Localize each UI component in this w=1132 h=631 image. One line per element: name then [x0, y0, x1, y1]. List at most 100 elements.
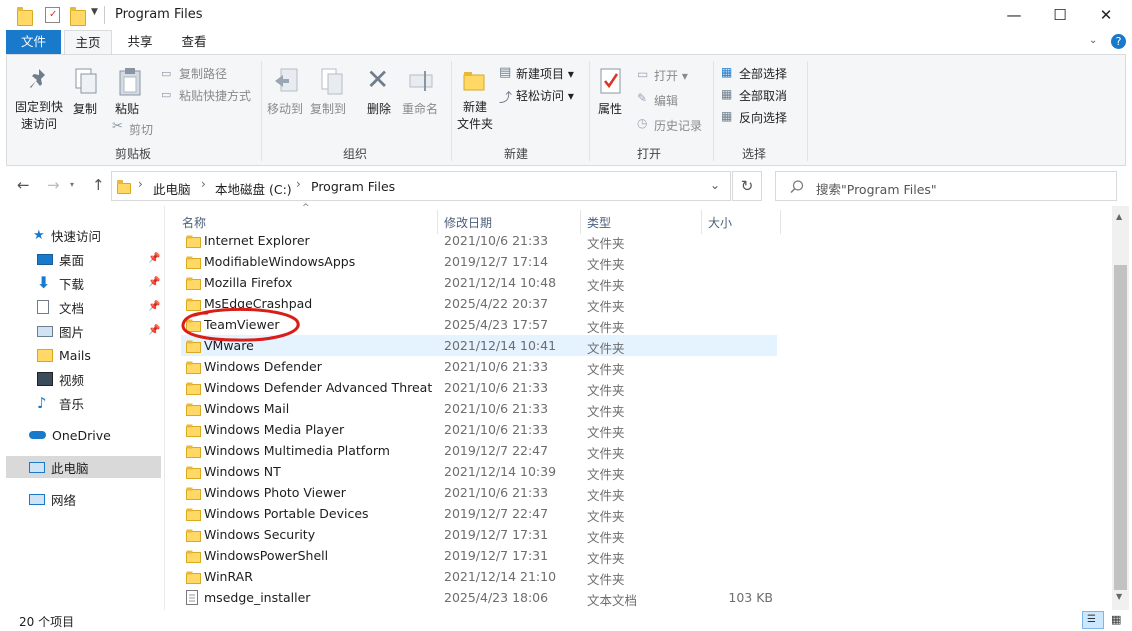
easy-access-button[interactable]: 轻松访问 ▾: [516, 87, 574, 104]
nav-quick-access[interactable]: ★ 快速访问: [0, 224, 162, 246]
nav-network[interactable]: 网络: [0, 488, 162, 510]
column-header-size[interactable]: 大小: [708, 214, 732, 231]
copy-to-button[interactable]: 复制到: [310, 100, 346, 117]
table-row[interactable]: Windows Media Player 2021/10/6 21:33 文件夹: [181, 419, 777, 440]
column-header-type[interactable]: 类型: [587, 214, 611, 231]
open-button[interactable]: 打开 ▾: [654, 67, 688, 84]
table-row[interactable]: WinRAR 2021/12/14 21:10 文件夹: [181, 566, 777, 587]
paste-button[interactable]: 粘贴: [115, 100, 139, 117]
breadcrumb-separator: ›: [296, 177, 301, 191]
table-row[interactable]: Windows Security 2019/12/7 17:31 文件夹: [181, 524, 777, 545]
select-all-icon: ▦: [721, 65, 733, 79]
rename-button[interactable]: 重命名: [402, 100, 438, 117]
paste-shortcut-button[interactable]: 粘贴快捷方式: [179, 87, 251, 104]
delete-button[interactable]: 删除: [367, 100, 391, 117]
nav-music[interactable]: ♪ 音乐: [0, 392, 162, 414]
table-row[interactable]: Windows Defender Advanced Threat ... 2021…: [181, 377, 777, 398]
scrollbar-thumb[interactable]: [1114, 265, 1127, 590]
refresh-button[interactable]: ↻: [732, 171, 762, 201]
large-icons-view-button[interactable]: ▦: [1107, 611, 1129, 629]
tab-file[interactable]: 文件: [6, 30, 61, 54]
address-bar[interactable]: › 此电脑 › 本地磁盘 (C:) › Program Files ⌄: [111, 171, 731, 201]
history-button[interactable]: 历史记录: [654, 117, 702, 134]
new-item-button[interactable]: 新建项目 ▾: [516, 65, 574, 82]
copy-button[interactable]: 复制: [73, 100, 97, 117]
nav-desktop[interactable]: 桌面 📌: [0, 248, 162, 270]
pin-icon[interactable]: 📌: [148, 253, 160, 264]
chevron-down-icon[interactable]: ⌄: [710, 178, 720, 192]
table-row[interactable]: Windows Portable Devices 2019/12/7 22:47 文…: [181, 503, 777, 524]
scroll-up-icon[interactable]: ▲: [1116, 212, 1122, 221]
pin-icon[interactable]: 📌: [148, 301, 160, 312]
folder-icon: [37, 348, 53, 362]
select-all-button[interactable]: 全部选择: [739, 65, 787, 82]
up-button[interactable]: ↑: [92, 176, 105, 194]
file-size: 103 KB: [728, 590, 773, 605]
scissors-icon: ✂: [112, 119, 123, 134]
new-folder-quick-icon[interactable]: [70, 7, 86, 26]
delete-icon: ✕: [366, 63, 390, 96]
table-row[interactable]: Internet Explorer 2021/10/6 21:33 文件夹: [181, 230, 777, 251]
file-name: Mozilla Firefox: [204, 275, 293, 290]
pin-icon[interactable]: 📌: [148, 325, 160, 336]
table-row[interactable]: Windows Mail 2021/10/6 21:33 文件夹: [181, 398, 777, 419]
breadcrumb-this-pc[interactable]: 此电脑: [153, 179, 191, 198]
table-row[interactable]: ModifiableWindowsApps 2019/12/7 17:14 文件夹: [181, 251, 777, 272]
maximize-button[interactable]: ☐: [1037, 0, 1083, 30]
table-row[interactable]: WindowsPowerShell 2019/12/7 17:31 文件夹: [181, 545, 777, 566]
select-none-button[interactable]: 全部取消: [739, 87, 787, 104]
details-view-button[interactable]: ☰: [1082, 611, 1104, 629]
table-row[interactable]: Windows NT 2021/12/14 10:39 文件夹: [181, 461, 777, 482]
column-divider[interactable]: [780, 210, 781, 234]
tab-share[interactable]: 共享: [116, 30, 164, 54]
paste-icon: [117, 67, 143, 97]
tab-view[interactable]: 查看: [170, 30, 218, 54]
nav-label: OneDrive: [52, 427, 111, 443]
copy-path-button[interactable]: 复制路径: [179, 65, 227, 82]
help-icon[interactable]: ?: [1111, 34, 1126, 49]
file-date: 2021/10/6 21:33: [444, 233, 549, 248]
group-divider: [807, 61, 808, 161]
edit-button[interactable]: 编辑: [654, 92, 678, 109]
nav-videos[interactable]: 视频: [0, 368, 162, 390]
nav-documents[interactable]: 文档 📌: [0, 296, 162, 318]
breadcrumb-program-files[interactable]: Program Files: [311, 179, 395, 194]
nav-pictures[interactable]: 图片 📌: [0, 320, 162, 342]
nav-downloads[interactable]: ⬇ 下载 📌: [0, 272, 162, 294]
properties-quick-icon[interactable]: ✓: [45, 7, 60, 23]
file-date: 2021/10/6 21:33: [444, 401, 549, 416]
customize-quick-access-icon[interactable]: ▼: [91, 7, 98, 17]
close-button[interactable]: ✕: [1083, 0, 1129, 30]
properties-button[interactable]: 属性: [598, 100, 622, 117]
column-header-name[interactable]: 名称: [182, 214, 206, 231]
nav-onedrive[interactable]: OneDrive: [0, 424, 162, 446]
expand-ribbon-icon[interactable]: ⌄: [1089, 35, 1097, 46]
breadcrumb-local-disk[interactable]: 本地磁盘 (C:): [215, 179, 292, 198]
nav-mails[interactable]: Mails: [0, 344, 162, 366]
pin-icon[interactable]: 📌: [148, 277, 160, 288]
new-folder-button[interactable]: 新建 文件夹: [455, 99, 495, 133]
recent-locations-icon[interactable]: ▾: [70, 180, 74, 189]
table-row[interactable]: Mozilla Firefox 2021/12/14 10:48 文件夹: [181, 272, 777, 293]
table-row[interactable]: msedge_installer 2025/4/23 18:06 文本文档 103 K…: [181, 587, 777, 608]
pin-quick-access-button[interactable]: 固定到快 速访问: [15, 99, 63, 133]
invert-selection-icon: ▦: [721, 109, 733, 123]
column-header-date[interactable]: 修改日期: [444, 214, 492, 231]
folder-icon: [186, 256, 202, 272]
back-button[interactable]: ←: [17, 176, 30, 194]
nav-this-pc[interactable]: 此电脑: [6, 456, 161, 478]
table-row[interactable]: Windows Photo Viewer 2021/10/6 21:33 文件夹: [181, 482, 777, 503]
search-input[interactable]: 搜索"Program Files": [775, 171, 1117, 201]
file-date: 2019/12/7 22:47: [444, 443, 549, 458]
table-row[interactable]: Windows Defender 2021/10/6 21:33 文件夹: [181, 356, 777, 377]
tab-home[interactable]: 主页: [64, 30, 112, 55]
nav-label: 文档: [59, 300, 85, 316]
move-to-button[interactable]: 移动到: [267, 100, 303, 117]
scroll-down-icon[interactable]: ▼: [1116, 592, 1122, 601]
cut-button[interactable]: 剪切: [129, 121, 153, 138]
minimize-button[interactable]: —: [991, 0, 1037, 30]
table-row[interactable]: Windows Multimedia Platform 2019/12/7 22:…: [181, 440, 777, 461]
forward-button[interactable]: →: [47, 176, 60, 194]
invert-selection-button[interactable]: 反向选择: [739, 109, 787, 126]
move-to-icon: [273, 67, 301, 97]
